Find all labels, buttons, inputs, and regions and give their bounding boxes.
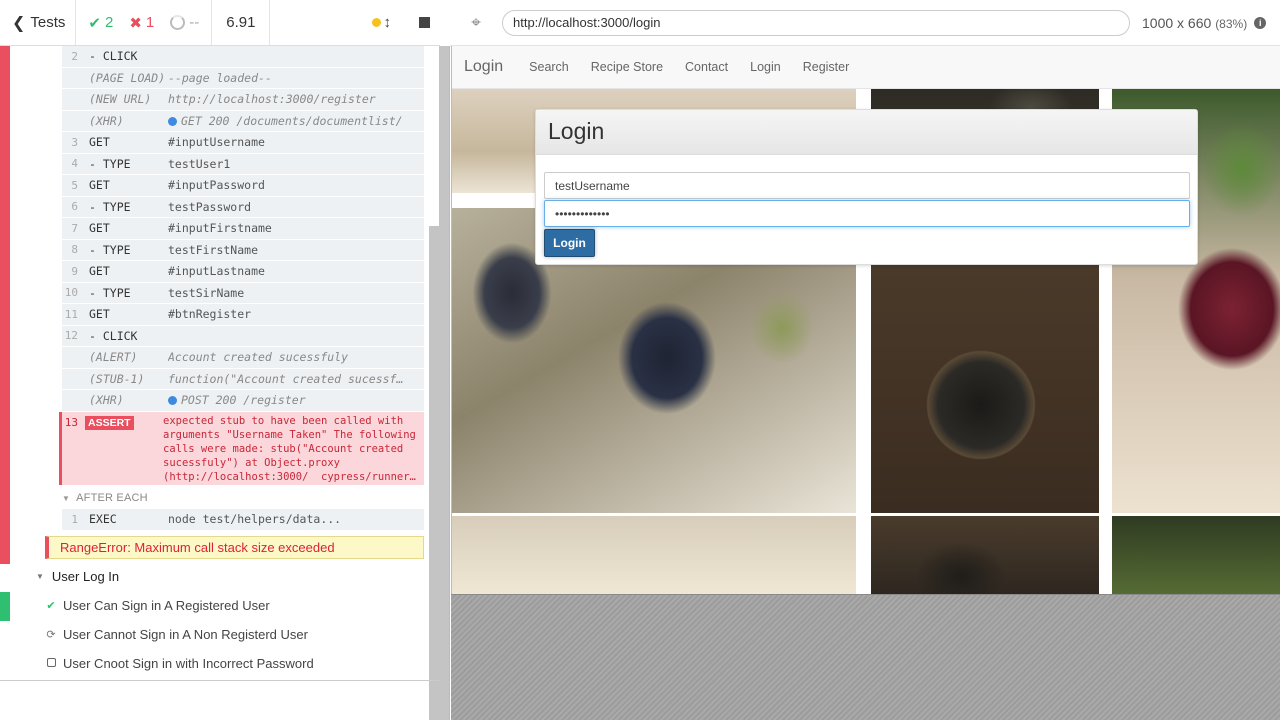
password-input[interactable]: ••••••••••••• xyxy=(544,200,1190,227)
mortar-photo xyxy=(871,516,1099,594)
exec-command-row[interactable]: 1 EXEC node test/helpers/data... xyxy=(62,509,424,531)
food-photo xyxy=(452,516,856,594)
url-text: http://localhost:3000/login xyxy=(513,15,661,30)
check-icon: ✔ xyxy=(46,600,56,612)
checkbox-icon xyxy=(46,657,56,667)
command-row[interactable]: 3 GET #inputUsername xyxy=(62,132,424,154)
x-icon: ✖ xyxy=(129,14,142,32)
command-row[interactable]: 7 GET #inputFirstname xyxy=(62,218,424,240)
browser-header: ⌖ http://localhost:3000/login 1000 x 660… xyxy=(450,0,1280,46)
arrows-up-down-icon: ↕ xyxy=(383,14,392,31)
command-row[interactable]: 8- TYPE testFirstName xyxy=(62,239,424,261)
command-row[interactable]: 9 GET #inputLastname xyxy=(62,261,424,283)
command-row[interactable]: (PAGE LOAD) --page loaded-- xyxy=(62,67,424,89)
pending-circle-icon xyxy=(170,15,186,30)
command-row[interactable]: (STUB-1) function("Account created sucess… xyxy=(62,368,424,390)
stop-icon[interactable] xyxy=(419,17,430,28)
pending-count: -- xyxy=(189,14,200,31)
xhr-dot-icon xyxy=(168,396,177,406)
tests-label: Tests xyxy=(30,14,66,31)
login-panel-title: Login xyxy=(536,110,1197,155)
command-row[interactable]: 2- CLICK xyxy=(62,46,424,68)
chevron-left-icon: ❮ xyxy=(12,14,26,32)
suite-title[interactable]: ▼ User Log In xyxy=(36,569,119,584)
tests-button[interactable]: ❮ Tests xyxy=(0,0,77,45)
triangle-down-icon: ▼ xyxy=(62,494,71,503)
username-input[interactable]: testUsername xyxy=(544,172,1190,199)
check-icon: ✔ xyxy=(88,14,101,32)
login-panel: Login testUsername ••••••••••••• Login xyxy=(535,109,1198,265)
command-list: 2- CLICK (PAGE LOAD) --page loaded-- (NEW… xyxy=(59,46,424,485)
status-dot-icon xyxy=(371,18,381,27)
command-row[interactable]: 5 GET #inputPassword xyxy=(62,175,424,197)
test-stats: ✔ 2 ✖ 1 -- xyxy=(76,0,213,45)
autoscroll-toggle[interactable]: ↕ xyxy=(371,14,392,31)
command-row[interactable]: 10- TYPE testSirName xyxy=(62,282,424,304)
app-navbar: Login Search Recipe Store Contact Login … xyxy=(452,46,1280,89)
url-bar[interactable]: http://localhost:3000/login xyxy=(502,9,1130,36)
panel-resizer[interactable] xyxy=(439,46,450,720)
viewport-info: 1000 x 660 (83%) xyxy=(1142,15,1247,31)
runner-header: ❮ Tests ✔ 2 ✖ 1 -- 6.91 ↕ xyxy=(0,0,440,46)
xhr-dot-icon xyxy=(168,116,177,126)
runner-controls: ↕ xyxy=(270,0,440,45)
nav-link-login[interactable]: Login xyxy=(750,60,781,74)
navbar-brand[interactable]: Login xyxy=(464,58,503,76)
command-row[interactable]: 11 GET #btnRegister xyxy=(62,304,424,326)
selector-playground-button[interactable]: ⌖ xyxy=(450,13,502,33)
refresh-icon: ⟳ xyxy=(46,629,56,641)
command-row[interactable]: (XHR) POST 200 /register xyxy=(62,390,424,412)
assert-error-row[interactable]: 13 ASSERT expected stub to have been cal… xyxy=(59,411,424,485)
command-row[interactable]: 6- TYPE testPassword xyxy=(62,196,424,218)
pan-photo xyxy=(871,265,1099,513)
login-button[interactable]: Login xyxy=(544,229,595,257)
food-photo xyxy=(1112,516,1280,594)
crosshair-icon: ⌖ xyxy=(471,12,481,32)
test-item-running[interactable]: ⟳ User Cannot Sign in A Non Registerd Us… xyxy=(45,627,308,642)
nav-link-search[interactable]: Search xyxy=(529,60,569,74)
after-each-hook[interactable]: ▼ AFTER EACH xyxy=(62,492,148,504)
range-error-banner[interactable]: RangeError: Maximum call stack size exce… xyxy=(45,536,424,559)
triangle-down-icon: ▼ xyxy=(36,572,44,581)
test-item-passed[interactable]: ✔ User Can Sign in A Registered User xyxy=(45,598,269,613)
assert-badge: ASSERT xyxy=(85,415,134,430)
command-row[interactable]: (ALERT) Account created sucessfuly xyxy=(62,347,424,369)
test-item-pending[interactable]: User Cnoot Sign in with Incorrect Passwo… xyxy=(45,656,314,671)
info-icon[interactable]: i xyxy=(1254,16,1267,29)
reporter-divider xyxy=(0,680,440,681)
command-log: 2- CLICK (PAGE LOAD) --page loaded-- (NEW… xyxy=(0,46,440,720)
viewport-size: 1000 x 660 xyxy=(1142,14,1212,31)
command-row[interactable]: 12- CLICK xyxy=(62,325,424,347)
pending-stat: -- xyxy=(170,14,199,31)
failed-test-indicator xyxy=(0,46,10,564)
nav-link-recipe-store[interactable]: Recipe Store xyxy=(591,60,663,74)
failed-count: 1 xyxy=(145,14,155,31)
nav-link-contact[interactable]: Contact xyxy=(685,60,728,74)
command-row[interactable]: (XHR) GET 200 /documents/documentlist/ xyxy=(62,110,424,132)
failed-stat: ✖ 1 xyxy=(129,14,154,32)
passed-count: 2 xyxy=(105,14,114,31)
command-row[interactable]: (NEW URL) http://localhost:3000/register xyxy=(62,89,424,111)
nav-link-register[interactable]: Register xyxy=(803,60,850,74)
run-duration: 6.91 xyxy=(212,0,271,45)
command-row[interactable]: 4- TYPE testUser1 xyxy=(62,153,424,175)
viewport-background xyxy=(451,594,1280,720)
passed-test-indicator xyxy=(0,592,10,621)
app-under-test: Login Search Recipe Store Contact Login … xyxy=(451,46,1280,594)
passed-stat: ✔ 2 xyxy=(88,14,113,32)
assert-message: expected stub to have been called with a… xyxy=(163,414,416,482)
zoom-level: (83%) xyxy=(1215,16,1248,31)
